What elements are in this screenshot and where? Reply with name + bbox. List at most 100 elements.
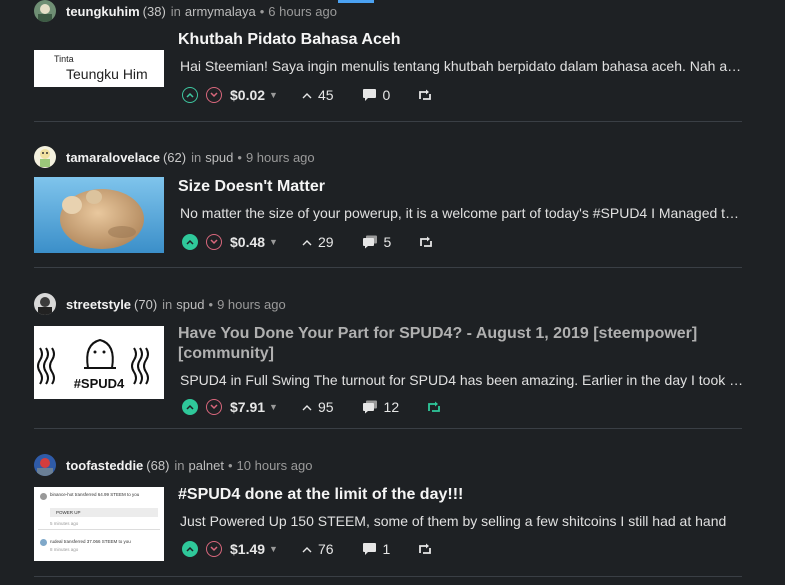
post-excerpt[interactable]: No matter the size of your powerup, it i… — [180, 204, 744, 222]
chevron-down-icon — [210, 239, 218, 245]
payout-value[interactable]: $7.91 — [230, 399, 265, 415]
reblog-icon — [419, 543, 432, 554]
downvote-button[interactable] — [206, 541, 222, 557]
post-actions: $1.49 ▼ 76 1 — [182, 539, 432, 559]
separator-dot: • — [227, 457, 233, 473]
author-reputation: (68) — [146, 457, 170, 473]
author-link[interactable]: teungkuhim — [66, 4, 140, 19]
comments-icon — [362, 235, 377, 249]
avatar[interactable] — [34, 146, 56, 168]
in-label: in — [170, 3, 181, 19]
chevron-down-icon — [210, 92, 218, 98]
post-title[interactable]: Have You Done Your Part for SPUD4? - Aug… — [178, 324, 744, 364]
post-time[interactable]: 9 hours ago — [246, 150, 315, 165]
author-reputation: (62) — [162, 149, 187, 165]
in-label: in — [162, 296, 173, 312]
community-link[interactable]: armymalaya — [185, 4, 256, 19]
comments-icon — [362, 400, 377, 414]
payout-dropdown-icon[interactable]: ▼ — [269, 90, 278, 100]
post-thumbnail[interactable]: binance-hot transferred 64.99 STEEM to y… — [34, 487, 164, 561]
in-label: in — [174, 457, 185, 473]
votes-number: 95 — [317, 399, 334, 415]
chevron-up-icon — [186, 404, 194, 410]
votes-count[interactable]: 76 — [302, 541, 334, 557]
author-link[interactable]: streetstyle — [66, 297, 131, 312]
payout-value[interactable]: $0.02 — [230, 87, 265, 103]
reblog-button[interactable] — [418, 89, 432, 101]
comments-number: 5 — [383, 234, 392, 250]
author-link[interactable]: tamaralovelace — [66, 150, 160, 165]
post-item: tamaralovelace (62) in spud • 9 hours ag… — [34, 146, 744, 269]
comments-link[interactable]: 12 — [362, 399, 400, 415]
separator-dot: • — [259, 3, 265, 19]
community-link[interactable]: palnet — [189, 458, 224, 473]
chevron-down-icon — [210, 404, 218, 410]
reblog-button[interactable] — [419, 236, 433, 248]
post-excerpt[interactable]: Just Powered Up 150 STEEM, some of them … — [180, 512, 744, 530]
in-label: in — [191, 149, 202, 165]
comments-link[interactable]: 0 — [362, 87, 391, 103]
thumb-avatar-1 — [40, 493, 47, 500]
thumb-big-text: Teungku Him — [66, 66, 148, 82]
post-divider — [34, 576, 742, 577]
upvote-button[interactable] — [182, 399, 198, 415]
thumb-divider — [38, 529, 160, 530]
comments-number: 1 — [382, 541, 391, 557]
voters-chevron-icon — [302, 546, 312, 552]
votes-count[interactable]: 45 — [302, 87, 334, 103]
post-actions: $7.91 ▼ 95 12 — [182, 397, 441, 417]
post-meta: tamaralovelace (62) in spud • 9 hours ag… — [34, 146, 315, 168]
voters-chevron-icon — [302, 404, 312, 410]
thumb-avatar-2 — [40, 539, 47, 546]
post-excerpt[interactable]: Hai Steemian! Saya ingin menulis tentang… — [180, 57, 744, 75]
post-meta: toofasteddie (68) in palnet • 10 hours a… — [34, 454, 312, 476]
avatar[interactable] — [34, 293, 56, 315]
post-divider — [34, 428, 742, 429]
thumb-small-text: Tinta — [54, 54, 74, 64]
downvote-button[interactable] — [206, 399, 222, 415]
reblog-icon — [428, 401, 441, 412]
downvote-button[interactable] — [206, 87, 222, 103]
downvote-button[interactable] — [206, 234, 222, 250]
comment-icon — [362, 89, 376, 101]
post-time[interactable]: 6 hours ago — [268, 4, 337, 19]
thumb-tag-text: #SPUD4 — [74, 376, 125, 391]
upvote-button[interactable] — [182, 234, 198, 250]
community-link[interactable]: spud — [205, 150, 233, 165]
community-link[interactable]: spud — [176, 297, 204, 312]
post-item: streetstyle (70) in spud • 9 hours ago #… — [34, 293, 744, 430]
avatar[interactable] — [34, 0, 56, 22]
comments-number: 0 — [382, 87, 391, 103]
comments-link[interactable]: 1 — [362, 541, 391, 557]
comments-number: 12 — [383, 399, 400, 415]
post-title[interactable]: Size Doesn't Matter — [178, 177, 744, 197]
votes-count[interactable]: 95 — [302, 399, 334, 415]
upvote-button[interactable] — [182, 87, 198, 103]
post-actions: $0.48 ▼ 29 5 — [182, 232, 433, 252]
post-thumbnail[interactable]: #SPUD4 — [34, 326, 164, 399]
post-thumbnail[interactable]: Tinta Teungku Him — [34, 50, 164, 87]
reblog-icon — [420, 236, 433, 247]
thumb-time-2: 8 minutes ago — [50, 547, 79, 552]
comments-link[interactable]: 5 — [362, 234, 392, 250]
payout-dropdown-icon[interactable]: ▼ — [269, 402, 278, 412]
reblog-button[interactable] — [427, 401, 441, 413]
post-meta: teungkuhim (38) in armymalaya • 6 hours … — [34, 0, 337, 22]
payout-dropdown-icon[interactable]: ▼ — [269, 544, 278, 554]
voters-chevron-icon — [302, 92, 312, 98]
reblog-button[interactable] — [418, 543, 432, 555]
post-time[interactable]: 9 hours ago — [217, 297, 286, 312]
post-title[interactable]: #SPUD4 done at the limit of the day!!! — [178, 485, 744, 505]
upvote-button[interactable] — [182, 541, 198, 557]
payout-value[interactable]: $0.48 — [230, 234, 265, 250]
thumb-power-up: POWER UP — [50, 508, 158, 517]
post-excerpt[interactable]: SPUD4 in Full Swing The turnout for SPUD… — [180, 371, 744, 389]
post-thumbnail[interactable] — [34, 177, 164, 253]
post-title[interactable]: Khutbah Pidato Bahasa Aceh — [178, 30, 744, 50]
votes-count[interactable]: 29 — [302, 234, 334, 250]
payout-dropdown-icon[interactable]: ▼ — [269, 237, 278, 247]
payout-value[interactable]: $1.49 — [230, 541, 265, 557]
post-time[interactable]: 10 hours ago — [237, 458, 313, 473]
author-link[interactable]: toofasteddie — [66, 458, 143, 473]
avatar[interactable] — [34, 454, 56, 476]
